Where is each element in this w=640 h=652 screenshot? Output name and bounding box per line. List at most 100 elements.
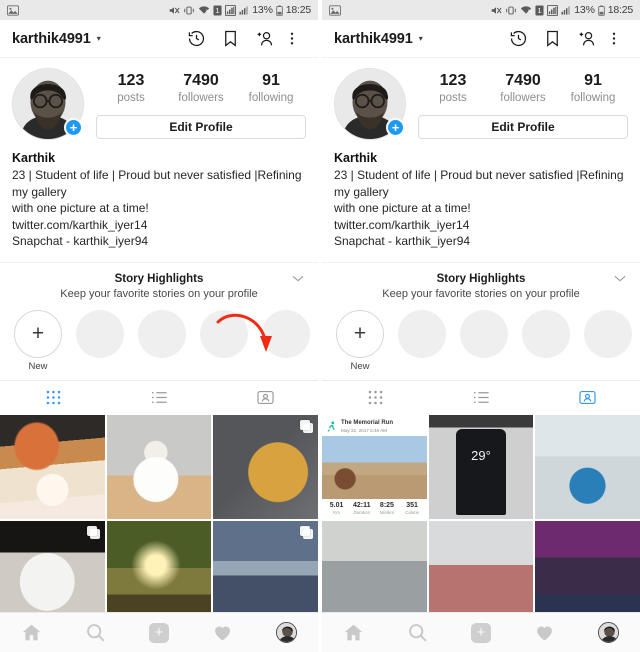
stat-followers[interactable]: 7490 followers bbox=[166, 71, 236, 106]
screenshot-stage: 1 13% 18:25 karthik4991 ▾ + 123 posts 74… bbox=[0, 0, 640, 652]
nav-add-post[interactable]: + bbox=[449, 622, 513, 643]
chevron-down-icon[interactable]: ▾ bbox=[419, 34, 423, 43]
status-bar-left bbox=[329, 4, 341, 16]
story-highlights-row: + New bbox=[0, 302, 318, 372]
phone-screen-left: 1 13% 18:25 karthik4991 ▾ + 123 posts 74… bbox=[0, 0, 318, 652]
profile-avatar bbox=[275, 622, 297, 643]
tab-grid[interactable] bbox=[0, 388, 106, 407]
grid-cell[interactable] bbox=[535, 414, 640, 520]
collapse-chevron-icon[interactable] bbox=[614, 275, 626, 282]
nav-profile[interactable] bbox=[576, 622, 640, 643]
stat-following[interactable]: 91 following bbox=[558, 71, 628, 106]
tab-list[interactable] bbox=[428, 388, 534, 407]
post-thumbnail bbox=[428, 521, 534, 612]
grid-cell[interactable] bbox=[322, 521, 427, 612]
collapse-chevron-icon[interactable] bbox=[292, 275, 304, 282]
run-stat-value: 8:25 bbox=[379, 502, 394, 510]
run-title: The Memorial Run bbox=[341, 419, 394, 426]
overflow-menu-icon[interactable] bbox=[611, 29, 630, 48]
highlight-placeholder[interactable] bbox=[522, 309, 570, 358]
add-person-icon[interactable] bbox=[577, 29, 596, 48]
stat-followers[interactable]: 7490 followers bbox=[488, 71, 558, 106]
grid-cell[interactable] bbox=[213, 521, 318, 612]
grid-cell[interactable] bbox=[0, 521, 105, 612]
grid-cell[interactable] bbox=[106, 521, 212, 612]
stat-posts[interactable]: 123 posts bbox=[418, 71, 488, 106]
grid-icon bbox=[368, 390, 382, 404]
bio-line-4: Snapchat - karthik_iyer94 bbox=[12, 234, 149, 248]
app-bar: karthik4991 ▾ bbox=[322, 20, 640, 58]
stat-following-label: following bbox=[248, 92, 294, 104]
bookmark-icon[interactable] bbox=[543, 29, 562, 48]
bio-line-1: 23 | Student of life | Proud but never s… bbox=[334, 168, 624, 199]
multi-post-icon bbox=[299, 526, 313, 540]
nav-profile[interactable] bbox=[254, 622, 318, 643]
edit-profile-button[interactable]: Edit Profile bbox=[418, 115, 628, 139]
grid-cell[interactable] bbox=[213, 414, 318, 520]
highlight-placeholder[interactable] bbox=[76, 309, 124, 358]
overflow-menu-icon[interactable] bbox=[289, 29, 308, 48]
grid-cell[interactable] bbox=[106, 414, 212, 520]
grid-cell[interactable] bbox=[535, 521, 640, 612]
highlight-placeholder[interactable] bbox=[398, 309, 446, 358]
tab-list[interactable] bbox=[106, 388, 212, 407]
highlight-circle bbox=[76, 309, 124, 358]
multi-post-icon bbox=[86, 526, 100, 540]
stat-posts-count: 123 bbox=[117, 72, 145, 89]
profile-username[interactable]: karthik4991 bbox=[12, 31, 91, 47]
stat-posts-label: posts bbox=[439, 92, 467, 104]
tab-grid[interactable] bbox=[322, 388, 428, 407]
highlight-placeholder[interactable] bbox=[138, 309, 186, 358]
avatar[interactable]: + bbox=[12, 68, 84, 140]
nav-search[interactable] bbox=[64, 622, 128, 643]
status-bar-right: 1 13% 18:25 bbox=[168, 4, 311, 16]
tagged-person-icon bbox=[578, 390, 596, 404]
wifi-icon bbox=[198, 5, 210, 16]
nav-add-post[interactable]: + bbox=[127, 622, 191, 643]
grid-cell[interactable] bbox=[428, 521, 534, 612]
add-post-icon: + bbox=[470, 622, 491, 643]
story-highlights-title: Story Highlights bbox=[436, 272, 526, 285]
nav-activity[interactable] bbox=[513, 622, 577, 643]
add-story-badge[interactable]: + bbox=[64, 118, 83, 137]
grid-cell[interactable] bbox=[0, 414, 105, 520]
story-highlights-title: Story Highlights bbox=[114, 272, 204, 285]
bio-display-name: Karthik bbox=[12, 151, 56, 165]
add-person-icon[interactable] bbox=[255, 29, 274, 48]
stat-posts[interactable]: 123 posts bbox=[96, 71, 166, 106]
highlight-placeholder[interactable] bbox=[200, 309, 248, 358]
battery-icon bbox=[275, 5, 283, 16]
grid-cell[interactable]: 29° bbox=[428, 414, 534, 520]
nav-home[interactable] bbox=[322, 622, 386, 643]
tab-tagged[interactable] bbox=[212, 388, 318, 407]
history-icon[interactable] bbox=[187, 29, 206, 48]
nav-search[interactable] bbox=[386, 622, 450, 643]
profile-header: + 123 posts 7490 followers 91 following bbox=[322, 58, 640, 140]
run-stat-calories: 351 Calorie bbox=[400, 501, 425, 516]
history-icon[interactable] bbox=[509, 29, 528, 48]
clock: 18:25 bbox=[607, 4, 633, 16]
bookmark-icon[interactable] bbox=[221, 29, 240, 48]
highlight-circle bbox=[200, 309, 248, 358]
home-icon bbox=[23, 624, 41, 641]
edit-profile-button[interactable]: Edit Profile bbox=[96, 115, 306, 139]
highlight-new[interactable]: + New bbox=[336, 309, 384, 372]
nav-home[interactable] bbox=[0, 622, 64, 643]
run-card-text: The Memorial Run May 22, 2017 5:48 AM bbox=[341, 419, 393, 434]
highlight-placeholder[interactable] bbox=[460, 309, 508, 358]
add-story-badge[interactable]: + bbox=[386, 118, 405, 137]
avatar[interactable]: + bbox=[334, 68, 406, 140]
sim-icon: 1 bbox=[535, 5, 544, 16]
chevron-down-icon[interactable]: ▾ bbox=[97, 34, 101, 43]
profile-username[interactable]: karthik4991 bbox=[334, 31, 413, 47]
grid-cell[interactable]: The Memorial Run May 22, 2017 5:48 AM 5.… bbox=[322, 414, 427, 520]
nav-activity[interactable] bbox=[191, 622, 255, 643]
profile-stats: 123 posts 7490 followers 91 following bbox=[418, 71, 628, 106]
highlight-circle bbox=[398, 309, 446, 358]
battery-icon bbox=[597, 5, 605, 16]
highlight-new[interactable]: + New bbox=[14, 309, 62, 372]
tab-tagged[interactable] bbox=[534, 388, 640, 407]
stat-following[interactable]: 91 following bbox=[236, 71, 306, 106]
highlight-placeholder[interactable] bbox=[584, 309, 632, 358]
highlight-placeholder[interactable] bbox=[262, 309, 310, 358]
